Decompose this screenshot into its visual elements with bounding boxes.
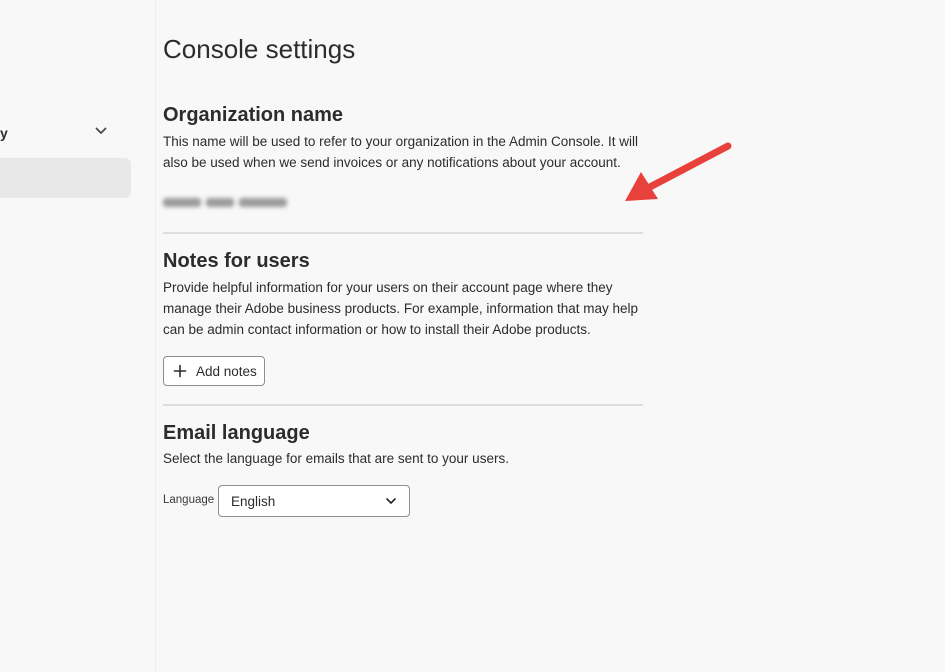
add-notes-label: Add notes [196, 363, 257, 379]
plus-icon [173, 364, 187, 378]
section-divider [163, 232, 643, 234]
language-select[interactable]: English [218, 485, 410, 517]
email-language-description: Select the language for emails that are … [163, 451, 509, 466]
language-selected-value: English [231, 494, 276, 509]
sidebar: y [0, 0, 156, 672]
sidebar-item-selected[interactable] [0, 158, 131, 198]
language-label: Language [163, 494, 215, 506]
sidebar-group[interactable]: y [0, 120, 131, 146]
notes-for-users-title: Notes for users [163, 250, 310, 272]
email-language-title: Email language [163, 422, 310, 444]
annotation-arrow-icon [625, 142, 732, 201]
organization-name-value-redacted [163, 194, 293, 210]
console-settings-page: y Console settings Organization name Thi… [0, 0, 945, 672]
section-divider [163, 404, 643, 406]
language-field: Language English [163, 485, 423, 517]
add-notes-button[interactable]: Add notes [163, 356, 265, 386]
page-title: Console settings [163, 34, 356, 64]
sidebar-group-label: y [0, 125, 8, 141]
chevron-down-icon [386, 498, 396, 504]
organization-name-title: Organization name [163, 104, 344, 126]
organization-name-description: This name will be used to refer to your … [163, 134, 638, 170]
notes-for-users-description: Provide helpful information for your use… [163, 280, 639, 337]
chevron-down-icon[interactable] [94, 124, 108, 138]
